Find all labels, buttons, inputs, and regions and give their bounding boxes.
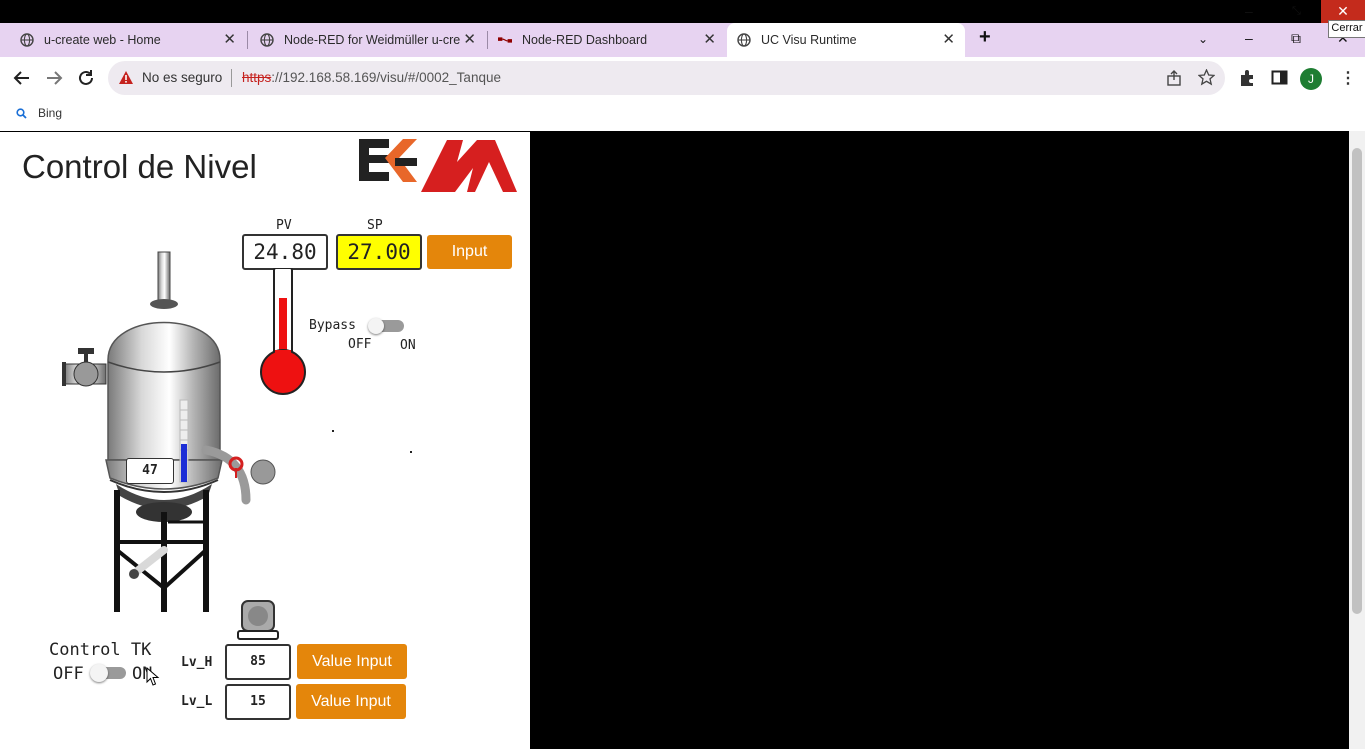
restore-icon[interactable]: ⤡ [1292, 4, 1301, 18]
tab-close-icon[interactable]: ✕ [942, 32, 955, 47]
dot [332, 430, 334, 432]
back-icon[interactable] [11, 67, 33, 89]
tank-level-value: 47 [126, 458, 174, 484]
new-tab-button[interactable]: + [979, 27, 991, 47]
tab-ucreate-home[interactable]: u-create web - Home ✕ [8, 23, 246, 57]
tab-close-icon[interactable]: ✕ [703, 32, 716, 47]
bookmarks-bar: Bing [0, 99, 1365, 131]
scrollbar-thumb[interactable] [1352, 148, 1362, 614]
bypass-off-label: OFF [348, 337, 372, 352]
bookmark-bing[interactable]: Bing [16, 106, 62, 120]
lv-h-label: Lv_H [181, 655, 213, 670]
warning-icon[interactable] [118, 70, 134, 90]
scada-panel: Control de Nivel PV 24.80 SP 27.00 Input… [0, 132, 530, 749]
bookmark-label: Bing [38, 106, 63, 120]
tab-title: Node-RED Dashboard [522, 33, 648, 47]
globe-icon [260, 33, 274, 47]
sp-value[interactable]: 27.00 [336, 234, 422, 270]
address-bar[interactable]: No es seguro https://192.168.58.169/visu… [108, 61, 1225, 95]
tab-title: UC Visu Runtime [761, 33, 857, 47]
url-text[interactable]: https://192.168.58.169/visu/#/0002_Tanqu… [242, 70, 501, 85]
reload-icon[interactable] [75, 67, 97, 89]
tank-level-bar [181, 444, 187, 482]
tab-search-chevron-icon[interactable]: ⌄ [1198, 32, 1208, 46]
profile-avatar[interactable]: J [1300, 68, 1322, 90]
bypass-on-label: ON [400, 338, 416, 353]
tab-node-red-weidmuller[interactable]: Node-RED for Weidmüller u-crea ✕ [248, 23, 486, 57]
lv-l-label: Lv_L [181, 694, 213, 709]
divider [231, 69, 232, 87]
search-icon [16, 107, 27, 119]
sp-label: SP [367, 218, 383, 233]
lv-h-value[interactable]: 85 [225, 644, 291, 680]
tab-title: Node-RED for Weidmüller u-crea [284, 33, 460, 47]
side-panel-icon[interactable] [1271, 69, 1288, 91]
menu-kebab-icon[interactable]: ⋮ [1340, 68, 1356, 88]
share-icon[interactable] [1166, 70, 1182, 91]
tank-graphic [62, 251, 276, 612]
dot [410, 451, 412, 453]
node-red-icon [498, 33, 512, 47]
minimize-button[interactable]: – [1245, 31, 1253, 45]
tab-close-icon[interactable]: ✕ [463, 32, 476, 47]
tab-close-icon[interactable]: ✕ [223, 32, 236, 47]
company-logo [359, 139, 517, 192]
tab-node-red-dashboard[interactable]: Node-RED Dashboard ✕ [488, 23, 726, 57]
globe-icon [20, 33, 34, 47]
lv-l-value[interactable]: 15 [225, 684, 291, 720]
alarm-beacon-icon [237, 600, 279, 640]
tab-uc-visu-runtime[interactable]: UC Visu Runtime ✕ [727, 23, 965, 57]
restore-button[interactable]: ⧉ [1291, 31, 1301, 45]
tab-strip: u-create web - Home ✕ Node-RED for Weidm… [0, 23, 1365, 57]
lv-l-value-input-button[interactable]: Value Input [296, 684, 406, 719]
pv-label: PV [276, 218, 292, 233]
page-title: Control de Nivel [22, 148, 257, 185]
extensions-icon[interactable] [1238, 69, 1256, 92]
bypass-toggle[interactable] [368, 318, 406, 334]
control-off-label: OFF [53, 664, 84, 684]
globe-icon [737, 33, 751, 47]
url-path: ://192.168.58.169/visu/#/0002_Tanque [271, 70, 501, 85]
close-tooltip: Cerrar [1328, 20, 1365, 38]
forward-icon[interactable] [43, 67, 65, 89]
bookmark-star-icon[interactable] [1197, 68, 1216, 91]
control-tk-toggle[interactable] [90, 664, 128, 682]
url-scheme: https [242, 70, 272, 85]
minimize-icon[interactable]: – [1245, 4, 1253, 18]
mouse-cursor-icon [146, 667, 160, 686]
window-titlebar: – ⤡ [0, 0, 1365, 23]
control-tk-label: Control TK [49, 640, 152, 660]
security-label[interactable]: No es seguro [142, 70, 222, 85]
bypass-label: Bypass [309, 318, 356, 333]
browser-toolbar: No es seguro https://192.168.58.169/visu… [0, 57, 1365, 99]
tab-title: u-create web - Home [44, 33, 161, 47]
sp-input-button[interactable]: Input [427, 235, 512, 269]
lv-h-value-input-button[interactable]: Value Input [297, 644, 407, 679]
